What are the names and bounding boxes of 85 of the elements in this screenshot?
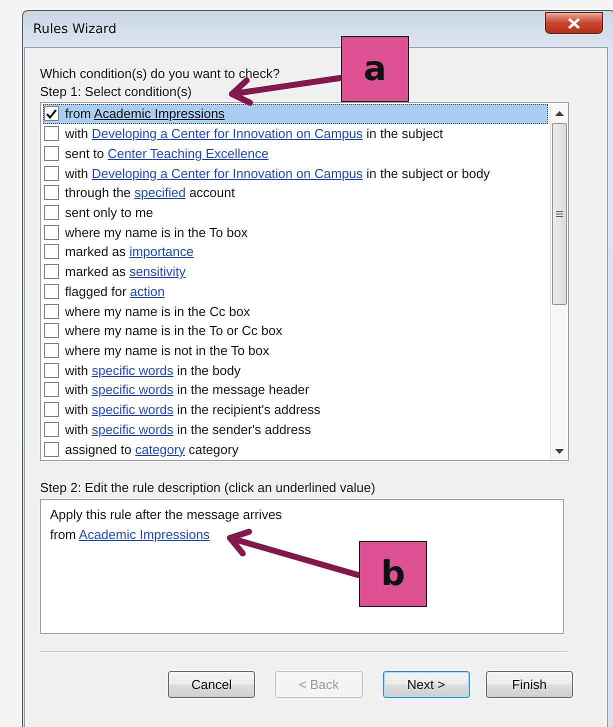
condition-item[interactable]: where my name is in the Cc box xyxy=(43,301,548,321)
condition-text: with Developing a Center for Innovation on Campus in the subject xyxy=(65,126,443,142)
checkbox[interactable] xyxy=(44,442,59,457)
checkbox[interactable] xyxy=(44,264,59,280)
checkbox[interactable] xyxy=(44,166,59,181)
checkbox[interactable] xyxy=(44,204,59,220)
condition-item[interactable]: with Developing a Center for Innovation on Campus in the subject xyxy=(43,124,548,144)
condition-text: marked as sensitivity xyxy=(65,264,186,280)
condition-item[interactable]: sent only to me xyxy=(43,202,548,222)
close-icon xyxy=(568,18,580,28)
checkbox[interactable] xyxy=(44,422,59,437)
condition-text: sent to Center Teaching Excellence xyxy=(65,146,269,161)
condition-text: where my name is in the To box xyxy=(65,224,248,240)
step-label: Step 2: Edit the rule description (click an underlined value) xyxy=(40,479,376,497)
condition-item[interactable]: where my name is in the To box xyxy=(43,222,548,242)
condition-link[interactable]: importance xyxy=(129,244,194,260)
condition-text: with specific words in the sender's address xyxy=(65,422,311,437)
condition-link[interactable]: sensitivity xyxy=(129,264,186,280)
condition-link[interactable]: Center Teaching Excellence xyxy=(108,146,269,161)
condition-text: through the specified account xyxy=(65,185,235,200)
checkbox[interactable] xyxy=(44,244,59,260)
scroll-down-icon[interactable] xyxy=(555,449,564,455)
condition-text: assigned to category category xyxy=(65,442,238,457)
condition-item[interactable]: flagged for action xyxy=(43,281,548,302)
condition-item[interactable]: marked as sensitivity xyxy=(43,262,548,282)
scroll-up-icon[interactable] xyxy=(555,111,564,117)
checkbox[interactable] xyxy=(44,146,59,161)
condition-item[interactable]: assigned to category category xyxy=(43,439,548,459)
condition-item[interactable]: with specific words in the recipient's address xyxy=(43,400,548,420)
checkbox[interactable] xyxy=(44,382,59,398)
condition-link[interactable]: Developing a Center for Innovation on Campus xyxy=(92,126,363,142)
condition-link[interactable]: specific words xyxy=(92,362,174,378)
condition-text: marked as importance xyxy=(65,244,194,260)
wizard-button[interactable]: Finish xyxy=(486,671,573,698)
scrollbar[interactable] xyxy=(550,103,568,460)
condition-item[interactable]: where my name is in the To or Cc box xyxy=(43,320,548,341)
condition-text: with specific words in the message header xyxy=(65,382,310,398)
wizard-button[interactable]: Next > xyxy=(382,671,470,698)
condition-text: where my name is not in the To box xyxy=(65,342,270,358)
checkbox[interactable] xyxy=(44,323,59,338)
checkbox[interactable] xyxy=(44,106,59,122)
condition-link[interactable]: specific words xyxy=(92,402,174,418)
condition-item[interactable]: with specific words in the message header xyxy=(43,380,548,400)
condition-text: sent only to me xyxy=(65,204,154,220)
close-button[interactable] xyxy=(545,12,603,34)
condition-text: where my name is in the To or Cc box xyxy=(65,323,282,338)
condition-link[interactable]: specific words xyxy=(92,382,174,398)
condition-text: where my name is in the Cc box xyxy=(65,304,250,319)
condition-link[interactable]: action xyxy=(130,284,165,299)
condition-link[interactable]: specific words xyxy=(92,422,174,437)
step-label: Step 1: Select condition(s) xyxy=(40,83,192,101)
condition-link[interactable]: Academic Impressions xyxy=(78,527,210,542)
condition-item[interactable]: sent to Center Teaching Excellence xyxy=(43,143,548,164)
condition-item[interactable]: through the specified account xyxy=(43,182,548,203)
checkbox[interactable] xyxy=(44,224,59,240)
condition-text: from Academic Impressions xyxy=(65,106,225,122)
prompt-text: Which condition(s) do you want to check? xyxy=(40,65,280,83)
scroll-thumb[interactable] xyxy=(552,123,567,305)
condition-item[interactable]: from Academic Impressions xyxy=(43,104,548,124)
condition-text: with specific words in the body xyxy=(65,362,241,378)
checkbox[interactable] xyxy=(44,185,59,200)
condition-item[interactable]: with specific words in the body xyxy=(43,360,548,380)
description-text: from Academic Impressions xyxy=(50,527,210,542)
condition-link[interactable]: specified xyxy=(134,185,186,200)
callout-label: a xyxy=(341,36,409,102)
window-title: Rules Wizard xyxy=(33,22,117,36)
condition-item[interactable]: marked as importance xyxy=(43,242,548,262)
description-text: Apply this rule after the message arrives xyxy=(50,507,282,522)
condition-text: with specific words in the recipient's address xyxy=(65,402,320,418)
condition-item[interactable]: with Developing a Center for Innovation on Campus in the subject or body xyxy=(43,163,548,183)
checkbox[interactable] xyxy=(44,126,59,142)
condition-link[interactable]: Developing a Center for Innovation on Campus xyxy=(92,166,363,181)
checkbox[interactable] xyxy=(44,362,59,378)
condition-link[interactable]: category xyxy=(135,442,185,457)
condition-text: flagged for action xyxy=(65,284,165,299)
checkbox[interactable] xyxy=(44,342,59,358)
checkbox[interactable] xyxy=(44,284,59,299)
checkbox[interactable] xyxy=(44,304,59,319)
checkbox[interactable] xyxy=(44,402,59,418)
condition-text: with Developing a Center for Innovation on Campus in the subject or body xyxy=(65,166,490,181)
wizard-button[interactable]: Cancel xyxy=(168,671,256,698)
condition-item[interactable]: with specific words in the sender's address xyxy=(43,420,548,440)
condition-link[interactable]: Academic Impressions xyxy=(94,106,225,122)
callout-label: b xyxy=(359,541,427,607)
condition-item[interactable]: where my name is not in the To box xyxy=(43,340,548,360)
